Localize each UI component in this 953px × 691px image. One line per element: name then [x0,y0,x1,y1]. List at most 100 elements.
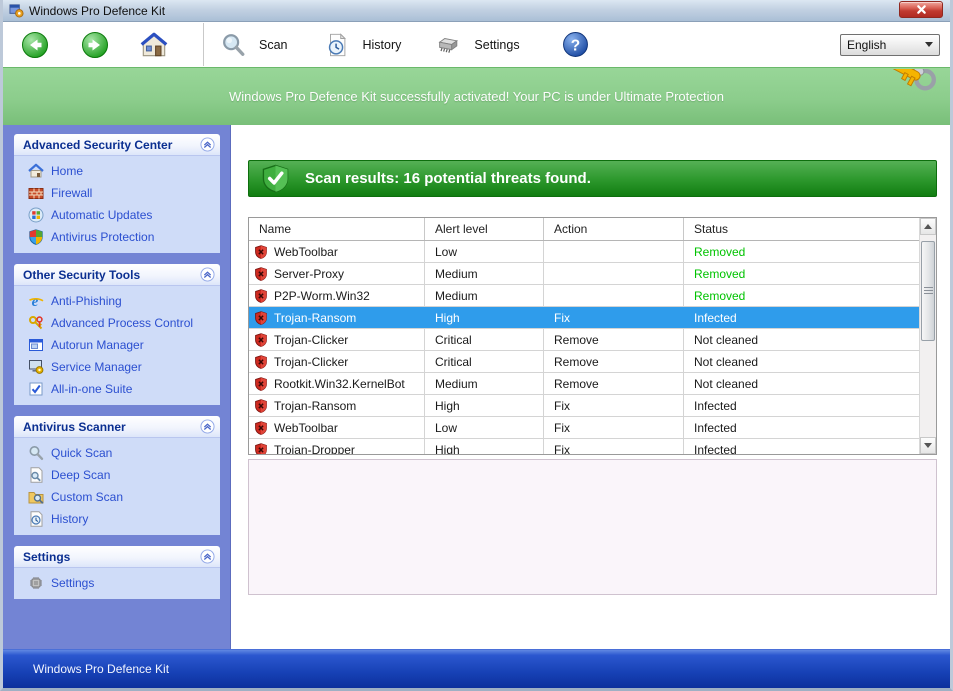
threat-name: WebToolbar [274,245,338,259]
back-button[interactable] [21,31,49,59]
titlebar[interactable]: Windows Pro Defence Kit [3,0,950,22]
toolbar: Scan History Settings ? English [3,22,950,67]
close-button[interactable] [899,1,943,18]
alert-level-cell: High [425,307,544,328]
sidebar-item-settings[interactable]: Settings [16,572,218,594]
table-row-webtoolbar[interactable]: WebToolbarLowFixInfected [249,417,919,439]
section-header: Settings [14,546,220,568]
sidebar-item-label: Home [51,164,83,178]
name-cell: Server-Proxy [249,263,425,284]
scan-results-text: Scan results: 16 potential threats found… [305,170,591,187]
triangle-down-icon [924,443,932,448]
sidebar-item-anti-phishing[interactable]: eAnti-Phishing [16,290,218,312]
status-cell: Infected [684,395,919,416]
scan-icon [220,32,246,58]
alert-level-cell: Medium [425,263,544,284]
action-cell: Fix [544,439,684,454]
alert-level-cell: High [425,395,544,416]
chevron-up-icon[interactable] [200,419,215,434]
scrollbar-thumb[interactable] [921,241,935,341]
scroll-up-button[interactable] [920,218,936,235]
shield-check-icon [261,164,290,193]
threat-name: Trojan-Ransom [274,399,356,413]
sidebar-item-history[interactable]: History [16,508,218,530]
table-viewport: NameAlert levelActionStatus WebToolbarLo… [249,218,919,454]
chevron-up-icon[interactable] [200,549,215,564]
column-header-alert-level[interactable]: Alert level [425,218,544,240]
scan-button[interactable]: Scan [220,32,288,58]
column-header-action[interactable]: Action [544,218,684,240]
sidebar-item-custom-scan[interactable]: Custom Scan [16,486,218,508]
threat-shield-icon [254,289,268,303]
vertical-scrollbar[interactable] [919,218,936,454]
table-header-row: NameAlert levelActionStatus [249,218,919,241]
section-header: Other Security Tools [14,264,220,286]
sidebar-item-advanced-process-control[interactable]: Advanced Process Control [16,312,218,334]
chevron-up-icon[interactable] [200,267,215,282]
main-panel: Scan results: 16 potential threats found… [231,125,950,649]
language-select[interactable]: English [840,34,940,56]
forward-button[interactable] [81,31,109,59]
name-cell: Trojan-Dropper [249,439,425,454]
sidebar-item-quick-scan[interactable]: Quick Scan [16,442,218,464]
settings-chip-small-icon [28,575,44,591]
threat-shield-icon [254,245,268,259]
name-cell: Trojan-Ransom [249,307,425,328]
scroll-down-button[interactable] [920,437,936,454]
sidebar-item-label: Quick Scan [51,446,112,460]
settings-button[interactable]: Settings [435,32,519,58]
sidebar-item-home[interactable]: Home [16,160,218,182]
action-cell: Remove [544,351,684,372]
alert-level-cell: Critical [425,329,544,350]
table-row-rootkit-win32-kernelbot[interactable]: Rootkit.Win32.KernelBotMediumRemoveNot c… [249,373,919,395]
history-label: History [363,38,402,52]
action-cell [544,263,684,284]
sidebar-item-antivirus-protection[interactable]: Antivirus Protection [16,226,218,248]
threats-table: NameAlert levelActionStatus WebToolbarLo… [248,217,937,455]
name-cell: Trojan-Clicker [249,351,425,372]
chevron-up-icon[interactable] [200,137,215,152]
table-row-trojan-ransom[interactable]: Trojan-RansomHighFixInfected [249,395,919,417]
action-cell: Remove [544,329,684,350]
sidebar-section-settings: Settings Settings [14,546,220,599]
sidebar-item-label: Settings [51,576,94,590]
sidebar-item-all-in-one-suite[interactable]: All-in-one Suite [16,378,218,400]
sidebar-section-antivirus-scanner: Antivirus ScannerQuick ScanDeep ScanCust… [14,416,220,535]
table-row-trojan-clicker[interactable]: Trojan-ClickerCriticalRemoveNot cleaned [249,351,919,373]
threat-shield-icon [254,421,268,435]
history-button[interactable]: History [324,32,402,58]
column-header-status[interactable]: Status [684,218,919,240]
table-row-p2p-worm-win32[interactable]: P2P-Worm.Win32MediumRemoved [249,285,919,307]
table-row-webtoolbar[interactable]: WebToolbarLowRemoved [249,241,919,263]
threat-name: WebToolbar [274,421,338,435]
sidebar-item-label: Deep Scan [51,468,110,482]
sidebar-item-firewall[interactable]: Firewall [16,182,218,204]
svg-text:e: e [32,294,39,309]
sidebar-item-deep-scan[interactable]: Deep Scan [16,464,218,486]
table-row-server-proxy[interactable]: Server-ProxyMediumRemoved [249,263,919,285]
alert-level-cell: Medium [425,373,544,394]
name-cell: Rootkit.Win32.KernelBot [249,373,425,394]
table-row-trojan-ransom[interactable]: Trojan-RansomHighFixInfected [249,307,919,329]
status-cell: Removed [684,285,919,306]
action-cell: Remove [544,373,684,394]
section-body: Quick Scan Deep Scan Custom Scan History [14,438,220,535]
close-icon [916,4,927,15]
column-header-name[interactable]: Name [249,218,425,240]
section-body: Home FirewallAutomatic UpdatesAntivirus P… [14,156,220,253]
table-row-trojan-clicker[interactable]: Trojan-ClickerCriticalRemoveNot cleaned [249,329,919,351]
sidebar-item-service-manager[interactable]: Service Manager [16,356,218,378]
home-button[interactable] [139,30,169,60]
sidebar-item-autorun-manager[interactable]: Autorun Manager [16,334,218,356]
name-cell: WebToolbar [249,241,425,262]
section-header: Advanced Security Center [14,134,220,156]
deep-scan-icon [28,467,44,483]
name-cell: P2P-Worm.Win32 [249,285,425,306]
threat-name: Server-Proxy [274,267,344,281]
sidebar-item-label: History [51,512,88,526]
status-cell: Infected [684,417,919,438]
help-button[interactable]: ? [562,31,589,58]
sidebar-item-automatic-updates[interactable]: Automatic Updates [16,204,218,226]
table-row-trojan-dropper[interactable]: Trojan-DropperHighFixInfected [249,439,919,454]
custom-scan-icon [28,489,44,505]
